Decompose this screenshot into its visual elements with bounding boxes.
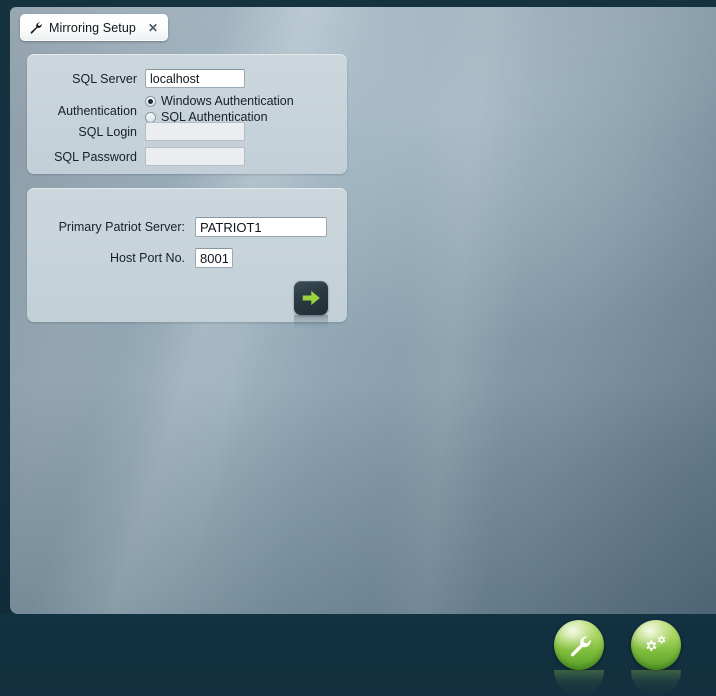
- primary-patriot-server-row: Primary Patriot Server:: [27, 217, 337, 237]
- wrench-icon: [29, 21, 43, 35]
- gears-icon: [643, 632, 670, 659]
- next-button[interactable]: [294, 281, 328, 315]
- sql-login-input[interactable]: [145, 122, 245, 141]
- primary-patriot-server-label: Primary Patriot Server:: [58, 220, 185, 234]
- host-port-label: Host Port No.: [109, 251, 185, 265]
- sql-login-row: SQL Login: [27, 122, 317, 141]
- dock-tools-button[interactable]: [554, 620, 604, 670]
- tab-mirroring-setup[interactable]: Mirroring Setup ✕: [20, 14, 169, 41]
- radio-unselected-icon: [145, 111, 156, 123]
- authentication-label: Authentication: [57, 104, 137, 118]
- tab-bar: Mirroring Setup ✕: [10, 7, 716, 47]
- sql-server-row: SQL Server: [27, 69, 317, 88]
- authentication-radio-group: Windows Authentication SQL Authenticatio…: [145, 94, 294, 124]
- sql-server-label: SQL Server: [72, 71, 137, 86]
- tab-label: Mirroring Setup: [49, 20, 136, 35]
- radio-windows-authentication-label: Windows Authentication: [161, 94, 294, 108]
- dock-settings-button[interactable]: [631, 620, 681, 670]
- application-window: Mirroring Setup ✕ SQL Server Authenticat…: [0, 0, 716, 696]
- sql-server-input[interactable]: [145, 69, 245, 88]
- arrow-right-icon: [300, 287, 322, 309]
- sql-connection-panel: SQL Server Authentication Windows Authen…: [27, 54, 347, 174]
- sql-password-input[interactable]: [145, 147, 245, 166]
- host-port-row: Host Port No.: [27, 248, 337, 268]
- primary-patriot-server-input[interactable]: [195, 217, 327, 237]
- content-surface: Mirroring Setup ✕ SQL Server Authenticat…: [10, 7, 716, 614]
- close-icon[interactable]: ✕: [148, 22, 158, 34]
- sql-login-label: SQL Login: [78, 124, 137, 139]
- authentication-row: Authentication Windows Authentication SQ…: [27, 94, 327, 124]
- radio-windows-authentication[interactable]: Windows Authentication: [145, 94, 294, 108]
- wrench-icon: [566, 632, 592, 658]
- radio-selected-icon: [145, 95, 156, 107]
- host-port-input[interactable]: [195, 248, 233, 268]
- sql-password-row: SQL Password: [27, 147, 317, 166]
- sql-password-label: SQL Password: [54, 149, 137, 164]
- footer-dock: [0, 614, 716, 690]
